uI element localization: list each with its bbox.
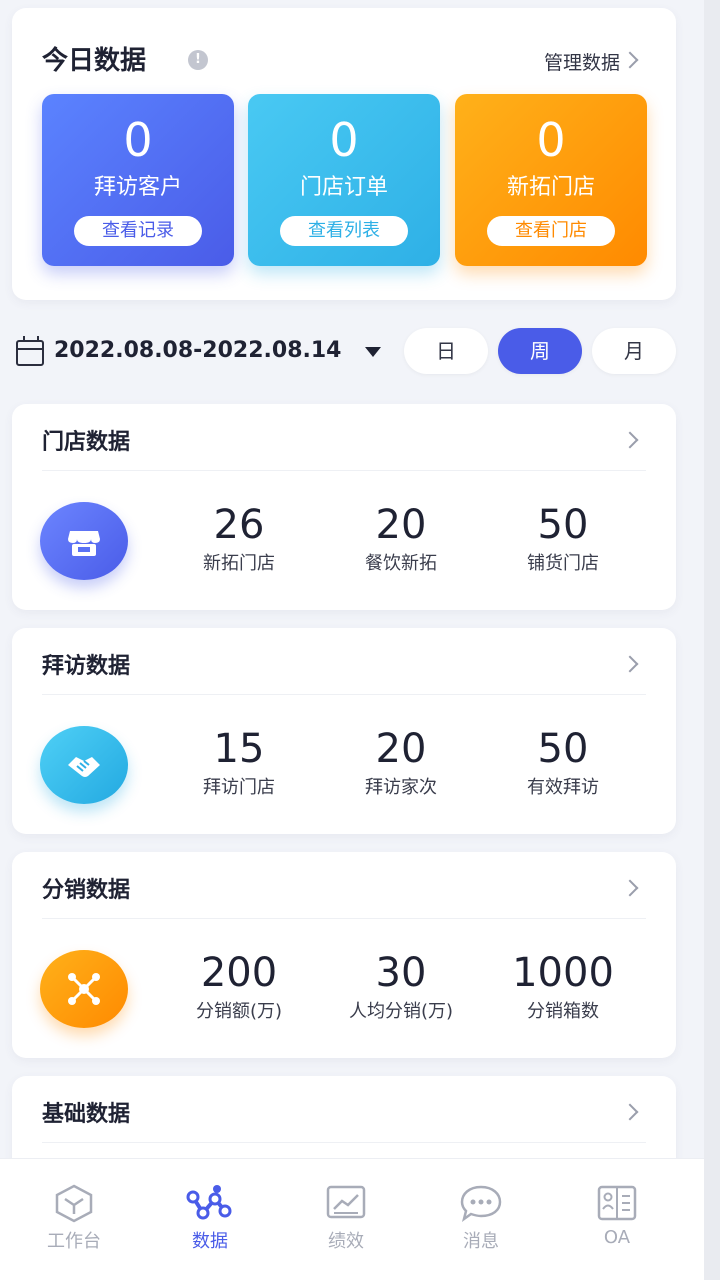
metric-label: 分销额(万) <box>195 1001 283 1022</box>
metric: 26 新拓门店 <box>164 500 314 578</box>
new-stores-tile[interactable]: 0 新拓门店 查看门店 <box>455 94 647 266</box>
visit-data-card[interactable]: 拜访数据 15 拜访门店 20 拜访家次 50 有效拜访 <box>12 628 676 834</box>
tab-workbench[interactable]: 工作台 <box>14 1183 134 1253</box>
tab-oa[interactable]: OA <box>557 1183 677 1248</box>
metric-value: 20 <box>375 502 427 548</box>
oa-icon <box>597 1185 637 1221</box>
right-edge-strip <box>704 0 720 1280</box>
view-stores-button[interactable]: 查看门店 <box>487 216 615 246</box>
calendar-icon[interactable] <box>16 336 44 366</box>
metric: 50 有效拜访 <box>488 724 638 802</box>
metric-label: 新拓门店 <box>203 553 275 574</box>
data-icon <box>186 1185 232 1220</box>
metric: 200 分销额(万) <box>164 948 314 1026</box>
metric-value: 50 <box>537 502 589 548</box>
tab-label: 数据 <box>192 1231 228 1252</box>
new-stores-label: 新拓门店 <box>506 175 595 200</box>
caret-down-icon[interactable] <box>365 347 381 357</box>
metric: 30 人均分销(万) <box>326 948 476 1026</box>
section-title: 拜访数据 <box>42 654 131 679</box>
store-orders-value: 0 <box>329 113 359 167</box>
view-list-button[interactable]: 查看列表 <box>280 216 408 246</box>
handshake-icon <box>40 726 128 804</box>
store-orders-label: 门店订单 <box>299 175 388 200</box>
metric: 50 铺货门店 <box>488 500 638 578</box>
section-title: 分销数据 <box>42 878 131 903</box>
divider <box>42 918 646 919</box>
divider <box>42 694 646 695</box>
chevron-right-icon[interactable] <box>621 655 639 673</box>
distribution-data-card[interactable]: 分销数据 200 分销额(万) 30 人均分销(万) 1000 分销箱数 <box>12 852 676 1058</box>
section-title: 基础数据 <box>42 1102 131 1127</box>
visit-customers-tile[interactable]: 0 拜访客户 查看记录 <box>42 94 234 266</box>
visit-customers-value: 0 <box>123 113 153 167</box>
tab-data[interactable]: 数据 <box>150 1183 270 1253</box>
tab-label: OA <box>603 1227 631 1248</box>
chevron-right-icon[interactable] <box>621 1103 639 1121</box>
metric-label: 有效拜访 <box>527 777 599 798</box>
metric-label: 餐饮新拓 <box>365 553 437 574</box>
store-orders-tile[interactable]: 0 门店订单 查看列表 <box>248 94 440 266</box>
metric: 15 拜访门店 <box>164 724 314 802</box>
metric-label: 人均分销(万) <box>348 1001 454 1022</box>
date-range[interactable]: 2022.08.08-2022.08.14 <box>54 338 341 363</box>
store-data-card[interactable]: 门店数据 26 新拓门店 20 餐饮新拓 50 铺货门店 <box>12 404 676 610</box>
metric-label: 分销箱数 <box>527 1001 599 1022</box>
tab-label: 消息 <box>463 1231 499 1252</box>
metric-value: 200 <box>200 950 278 996</box>
manage-data-link[interactable]: 管理数据 <box>544 48 620 75</box>
bottom-tab-bar: 工作台 数据 绩效 消息 OA <box>0 1158 704 1280</box>
message-icon <box>460 1185 502 1222</box>
visit-customers-label: 拜访客户 <box>93 175 182 200</box>
metric-label: 拜访门店 <box>203 777 275 798</box>
period-tab-day[interactable]: 日 <box>404 328 488 374</box>
metric-label: 拜访家次 <box>365 777 437 798</box>
chevron-right-icon[interactable] <box>621 51 639 69</box>
metric: 20 餐饮新拓 <box>326 500 476 578</box>
metric-label: 铺货门店 <box>527 553 599 574</box>
metric: 20 拜访家次 <box>326 724 476 802</box>
divider <box>42 1142 646 1143</box>
network-icon <box>40 950 128 1028</box>
metric-value: 15 <box>213 726 265 772</box>
metric: 1000 分销箱数 <box>488 948 638 1026</box>
tab-performance[interactable]: 绩效 <box>286 1183 406 1253</box>
period-tab-week[interactable]: 周 <box>498 328 582 374</box>
workbench-icon <box>55 1184 93 1223</box>
new-stores-value: 0 <box>536 113 566 167</box>
chevron-right-icon[interactable] <box>621 879 639 897</box>
metric-value: 26 <box>213 502 265 548</box>
tab-messages[interactable]: 消息 <box>421 1183 541 1253</box>
today-data-card: 今日数据 ! 管理数据 0 拜访客户 查看记录 0 门店订单 查看列表 0 新拓… <box>12 8 676 300</box>
today-title: 今日数据 <box>42 46 147 76</box>
performance-icon <box>326 1185 366 1219</box>
tab-label: 工作台 <box>47 1231 101 1252</box>
metric-value: 1000 <box>512 950 614 996</box>
tab-label: 绩效 <box>328 1231 364 1252</box>
metric-value: 50 <box>537 726 589 772</box>
metric-value: 30 <box>375 950 427 996</box>
store-icon <box>40 502 128 580</box>
chevron-right-icon[interactable] <box>621 431 639 449</box>
metric-value: 20 <box>375 726 427 772</box>
info-icon[interactable]: ! <box>188 50 208 70</box>
view-records-button[interactable]: 查看记录 <box>74 216 202 246</box>
divider <box>42 470 646 471</box>
period-tab-month[interactable]: 月 <box>592 328 676 374</box>
section-title: 门店数据 <box>42 430 131 455</box>
